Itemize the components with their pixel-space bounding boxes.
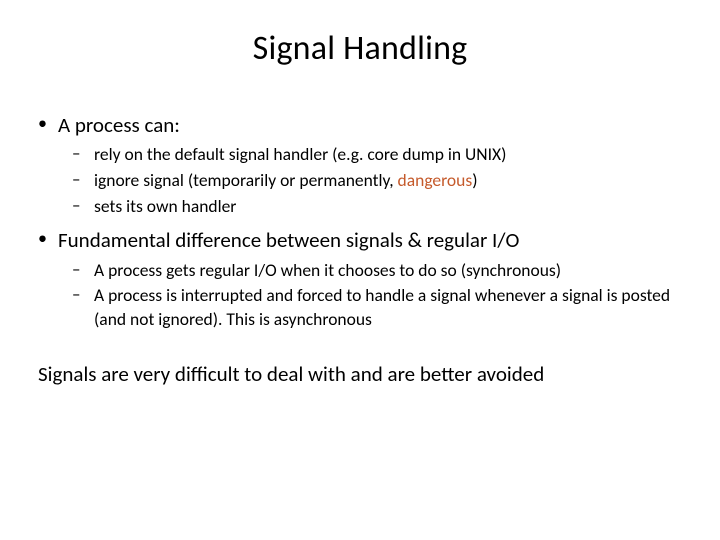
bullet-list: A process can: rely on the default signa…: [32, 111, 688, 331]
bullet-label: A process can:: [58, 112, 180, 138]
slide-title: Signal Handling: [32, 28, 688, 69]
sub-bullet-list: rely on the default signal handler (e.g.…: [58, 143, 688, 218]
sub-bullet-item: A process gets regular I/O when it choos…: [94, 259, 688, 283]
sub-bullet-item: sets its own handler: [94, 195, 688, 219]
danger-word: dangerous: [398, 169, 473, 191]
sub-bullet-item: rely on the default signal handler (e.g.…: [94, 143, 688, 167]
sub-bullet-item: ignore signal (temporarily or permanentl…: [94, 169, 688, 193]
sub-bullet-list: A process gets regular I/O when it choos…: [58, 259, 688, 332]
sub-bullet-suffix: ): [472, 169, 477, 191]
bullet-item: A process can: rely on the default signa…: [58, 111, 688, 218]
sub-bullet-text: ignore signal (temporarily or permanentl…: [94, 169, 398, 191]
sub-bullet-item: A process is interrupted and forced to h…: [94, 284, 688, 331]
bullet-item: Fundamental difference between signals &…: [58, 226, 688, 331]
bullet-label: Fundamental difference between signals &…: [58, 227, 519, 253]
footer-note: Signals are very difficult to deal with …: [32, 361, 688, 387]
